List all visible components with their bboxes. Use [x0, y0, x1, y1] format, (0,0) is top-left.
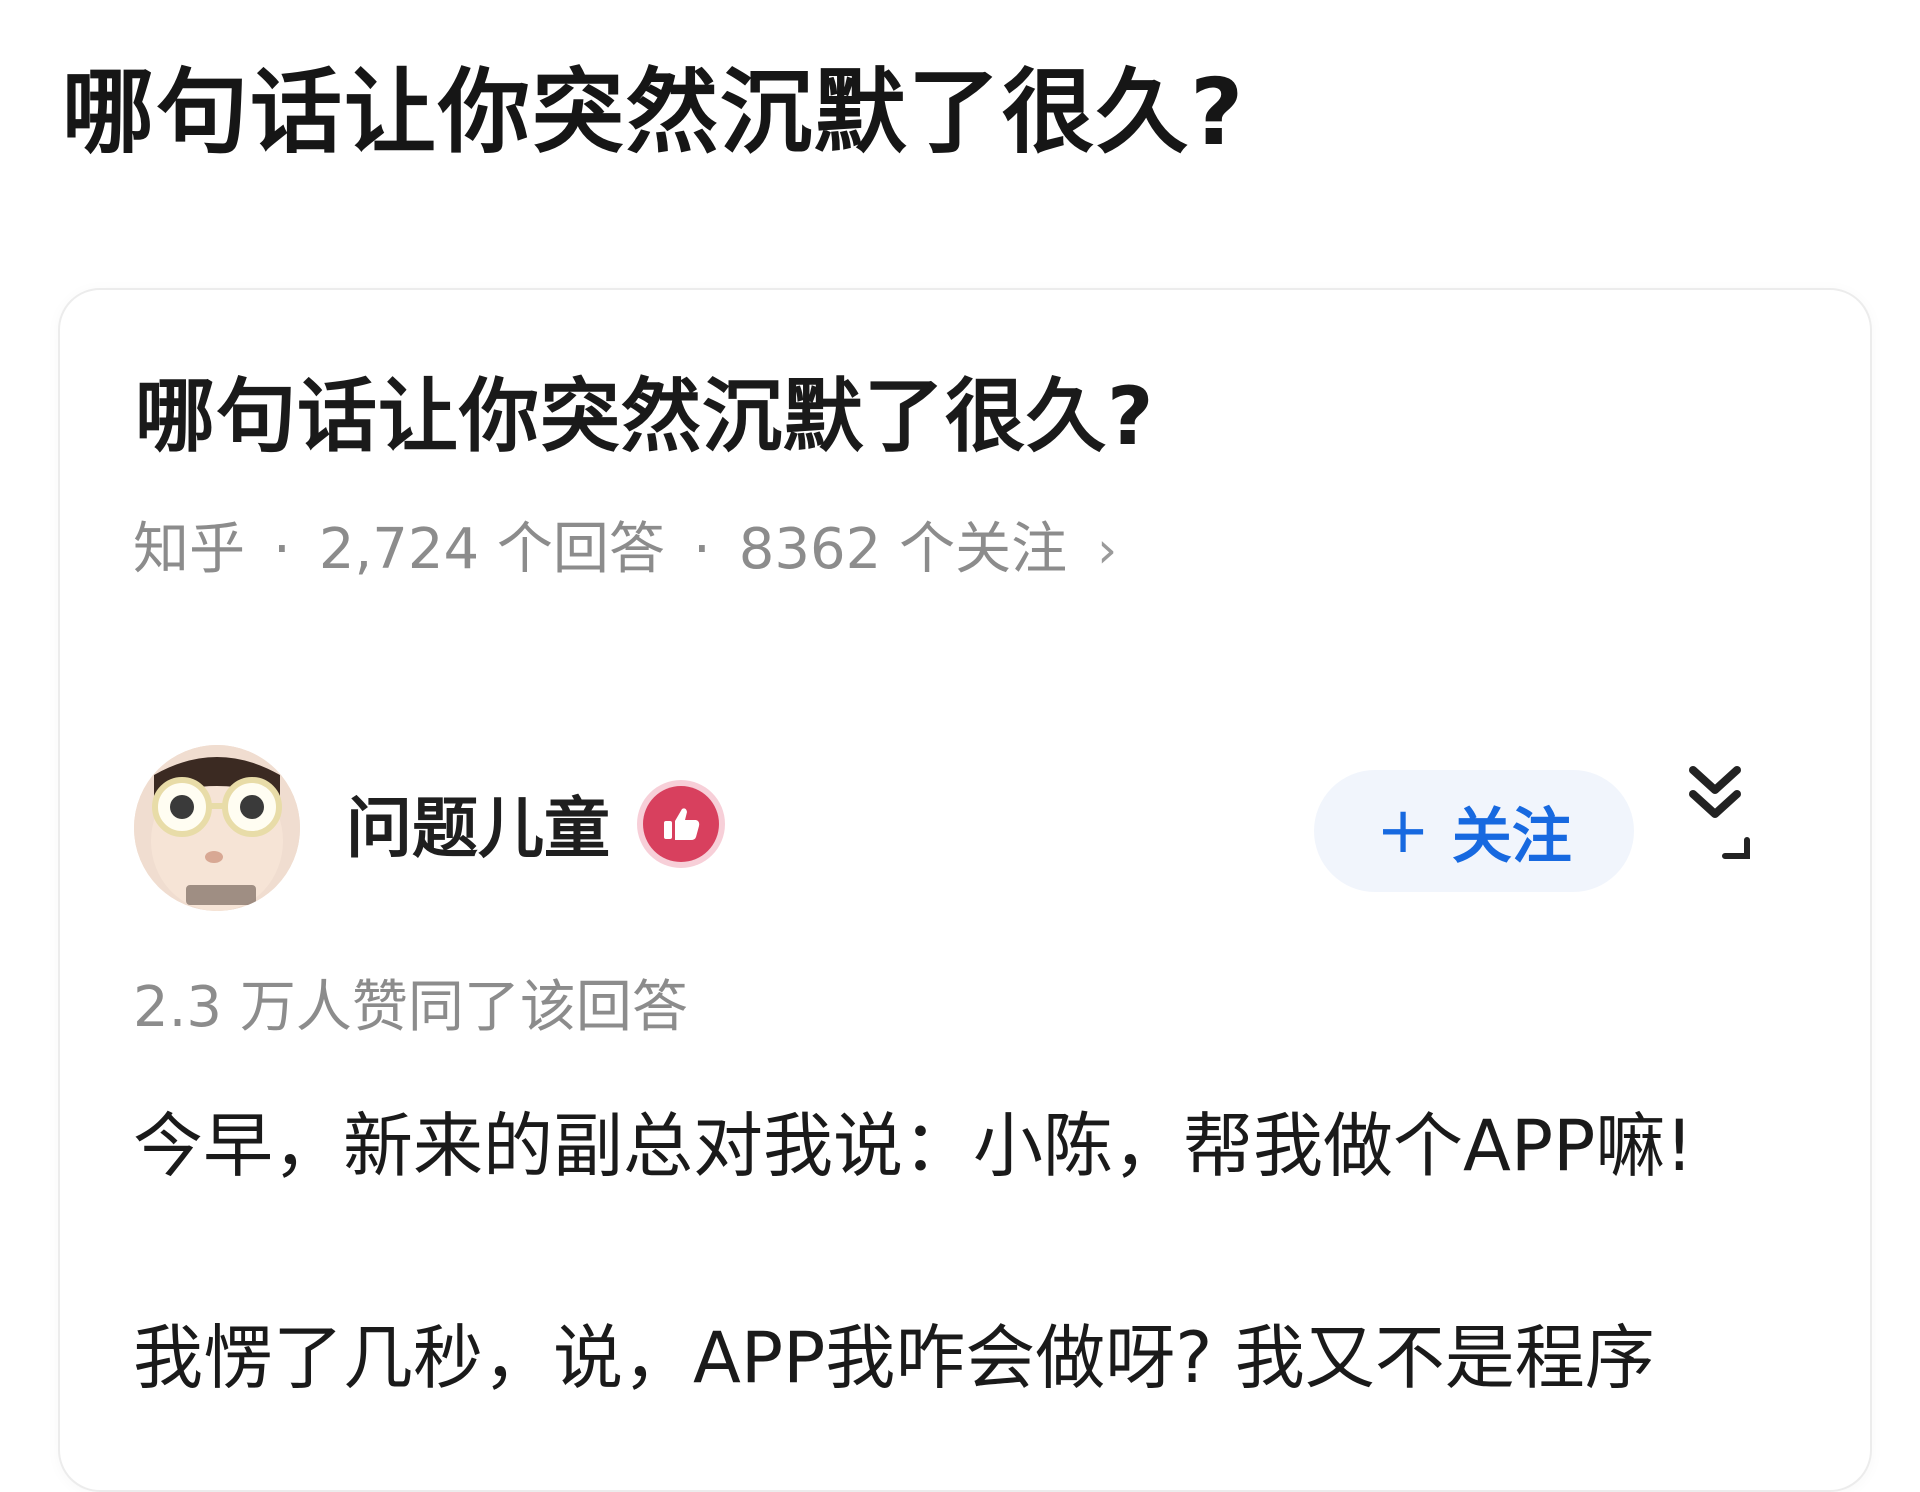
question-title[interactable]: 哪句话让你突然沉默了很久?: [135, 362, 1154, 472]
avatar[interactable]: [134, 745, 300, 911]
page-title: 哪句话让你突然沉默了很久?: [62, 59, 1246, 166]
answer-paragraph: 今早，新来的副总对我说：小陈，帮我做个APP嘛!: [133, 1105, 1694, 1187]
meta-source: 知乎: [133, 517, 245, 582]
double-chevron-down-icon: [1689, 766, 1750, 859]
thumbs-up-badge-icon: [643, 786, 719, 862]
follow-button-label: 关注: [1451, 801, 1572, 872]
meta-separator: ·: [692, 517, 711, 582]
meta-answers-count: 2,724 个回答: [318, 517, 665, 582]
answer-paragraph: 我愣了几秒，说，APP我咋会做呀? 我又不是程序: [133, 1317, 1655, 1399]
follow-button[interactable]: + 关注: [1314, 770, 1634, 892]
expand-button[interactable]: [1650, 748, 1780, 878]
plus-icon: +: [1376, 794, 1430, 868]
meta-followers-count: 8362 个关注: [738, 517, 1068, 582]
vote-count: 2.3 万人赞同了该回答: [133, 975, 688, 1040]
author-name[interactable]: 问题儿童: [346, 784, 610, 874]
meta-separator: ·: [273, 517, 291, 582]
chevron-right-icon[interactable]: ›: [1097, 510, 1117, 590]
avatar-sunglasses-baby-icon: [134, 745, 300, 911]
question-meta[interactable]: 知乎 · 2,724 个回答 · 8362 个关注 ›: [133, 510, 1117, 590]
